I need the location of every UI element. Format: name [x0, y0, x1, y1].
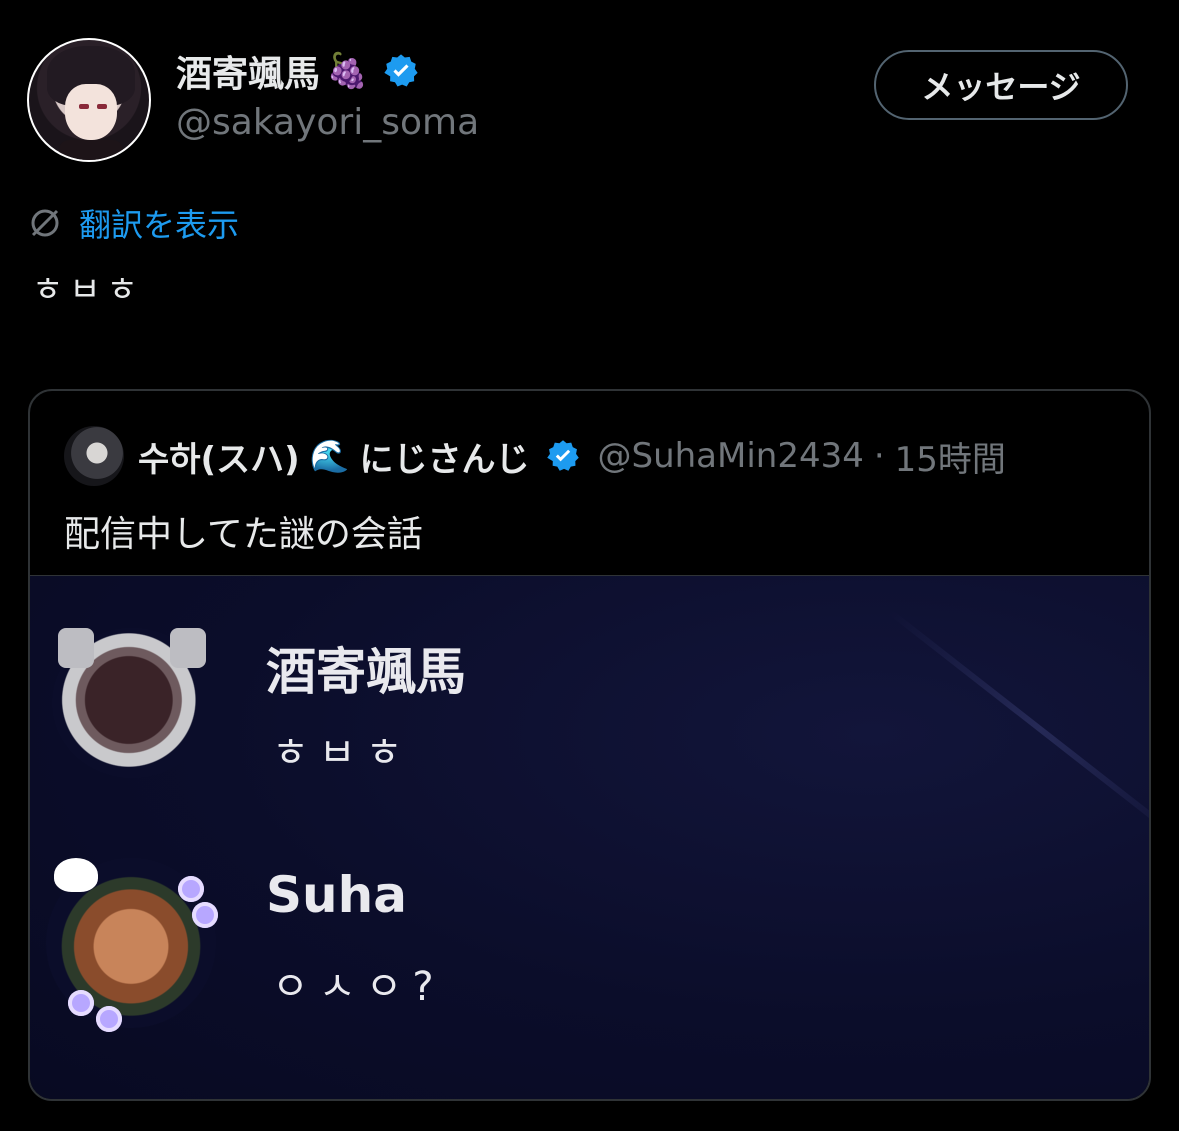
chat-avatar-soma	[52, 628, 212, 778]
quoted-author-name-suffix[interactable]: にじさんじ	[359, 432, 529, 481]
show-translation-link[interactable]: 翻訳を表示	[79, 200, 239, 246]
avatar-flower	[178, 876, 204, 902]
avatar-flower	[96, 1006, 122, 1032]
verified-badge-icon	[547, 440, 580, 471]
avatar-flower	[192, 902, 218, 928]
message-button[interactable]: メッセージ	[874, 50, 1128, 120]
author-avatar[interactable]	[27, 38, 151, 162]
quoted-tweet-text: 配信中してた謎の会話	[64, 514, 423, 555]
chat-message-name: Suha	[266, 866, 407, 924]
author-handle[interactable]: @sakayori_soma	[176, 102, 479, 143]
tweet-detail: 酒寄颯馬 🍇 @sakayori_soma メッセージ 翻訳を表示 ㅎㅂㅎ 수하…	[0, 0, 1179, 1131]
separator-dot: ·	[873, 436, 885, 476]
translate-icon	[31, 209, 59, 237]
quoted-tweet-header: 수하(スハ) 🌊 にじさんじ @SuhaMin2434 · 15時間	[64, 426, 1006, 486]
tweet-text: ㅎㅂㅎ	[32, 270, 144, 310]
avatar-collar	[59, 140, 123, 160]
chat-message-text: ㅎㅂㅎ	[272, 730, 413, 776]
chat-message-text: ㅇㅅㅇ?	[272, 964, 444, 1010]
quoted-tweet-card[interactable]: 수하(スハ) 🌊 にじさんじ @SuhaMin2434 · 15時間 配信中して…	[28, 389, 1151, 1101]
avatar-eye	[79, 104, 89, 109]
quoted-author-handle[interactable]: @SuhaMin2434	[597, 436, 863, 476]
quoted-timestamp[interactable]: 15時間	[895, 432, 1006, 481]
wave-emoji: 🌊	[309, 437, 350, 475]
author-display-name[interactable]: 酒寄颯馬	[176, 45, 320, 97]
avatar-ear	[170, 628, 206, 668]
chat-avatar-suha	[46, 858, 218, 1032]
chat-message-name: 酒寄颯馬	[266, 643, 466, 701]
quoted-media-image[interactable]: 酒寄颯馬 ㅎㅂㅎ Suha ㅇㅅㅇ?	[30, 575, 1149, 1099]
verified-badge-icon[interactable]	[382, 52, 420, 90]
quoted-author-avatar[interactable]	[64, 426, 124, 486]
avatar-ear	[58, 628, 94, 668]
avatar-face	[65, 84, 117, 140]
grapes-emoji: 🍇	[326, 51, 369, 91]
avatar-flower	[68, 990, 94, 1016]
translate-row[interactable]: 翻訳を表示	[27, 200, 239, 246]
quoted-author-name[interactable]: 수하(スハ)	[138, 432, 300, 481]
background-streak	[888, 609, 1149, 849]
avatar-eye	[97, 104, 107, 109]
avatar-mascot	[54, 858, 98, 892]
author-name-row[interactable]: 酒寄颯馬 🍇	[176, 46, 420, 96]
